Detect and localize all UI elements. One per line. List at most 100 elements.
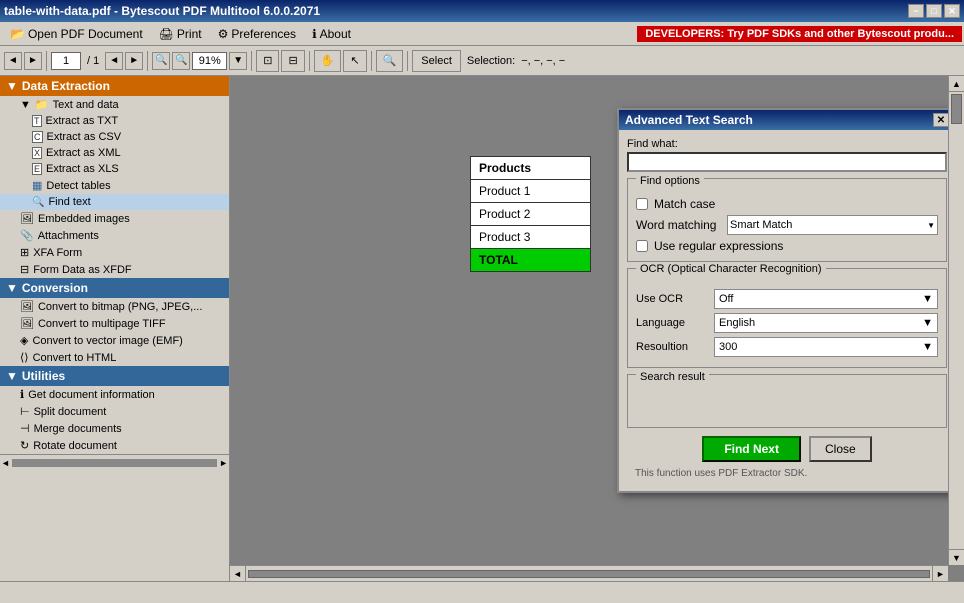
print-icon: 🖨 (159, 27, 174, 41)
search-result-content (636, 393, 938, 423)
menu-bar: 📂 Open PDF Document 🖨 Print ⚙ Preference… (0, 22, 964, 46)
forward-button[interactable]: ► (24, 52, 42, 70)
dialog-buttons: Find Next Close (627, 436, 947, 462)
menu-open[interactable]: 📂 Open PDF Document (2, 25, 151, 43)
back-button[interactable]: ◄ (4, 52, 22, 70)
sidebar-item-find-text[interactable]: Find text (0, 194, 229, 210)
maximize-button[interactable]: □ (926, 4, 942, 18)
next-page-button[interactable]: ► (125, 52, 143, 70)
conversion-expand-icon: ▼ (6, 281, 18, 295)
prev-page-button[interactable]: ◄ (105, 52, 123, 70)
select-button[interactable]: Select (412, 50, 461, 72)
match-case-checkbox[interactable] (636, 198, 648, 210)
find-options-group: Find options Match case Word matching Sm… (627, 178, 947, 262)
use-ocr-label: Use OCR (636, 293, 706, 305)
sidebar-item-extract-csv[interactable]: Extract as CSV (0, 129, 229, 145)
language-arrow: ▼ (922, 317, 933, 329)
toolbar-separator-2 (147, 51, 148, 71)
zoom-dropdown-button[interactable]: ▼ (229, 52, 247, 70)
language-dropdown[interactable]: English ▼ (714, 313, 938, 333)
toolbar-separator-3 (251, 51, 252, 71)
resolution-label: Resoultion (636, 341, 706, 353)
use-regex-checkbox[interactable] (636, 240, 648, 252)
page-total: / 1 (83, 55, 103, 67)
use-regex-label: Use regular expressions (654, 239, 783, 253)
bitmap-icon: 🖼 (20, 300, 34, 313)
h-scrollbar[interactable]: ◄ ► (230, 565, 948, 581)
resolution-dropdown[interactable]: 300 ▼ (714, 337, 938, 357)
utilities-label: Utilities (22, 369, 65, 383)
page-number-input[interactable] (51, 52, 81, 70)
zoom-input[interactable] (192, 52, 227, 70)
data-extraction-label: Data Extraction (22, 79, 110, 93)
sidebar-item-convert-tiff[interactable]: 🖼 Convert to multipage TIFF (0, 315, 229, 332)
menu-about[interactable]: ℹ About (304, 25, 359, 43)
vector-icon: ◈ (20, 334, 28, 347)
dialog-close-button[interactable]: ✕ (933, 113, 949, 127)
split-icon: ⊢ (20, 405, 30, 418)
sidebar-item-extract-xml[interactable]: Extract as XML (0, 145, 229, 161)
search-toolbar-button[interactable]: 🔍 (376, 50, 404, 72)
menu-print[interactable]: 🖨 Print (151, 25, 210, 43)
toolbar-separator-5 (371, 51, 372, 71)
sidebar-item-merge[interactable]: ⊣ Merge documents (0, 420, 229, 437)
sidebar-item-convert-bitmap[interactable]: 🖼 Convert to bitmap (PNG, JPEG,... (0, 298, 229, 315)
hand-tool-button[interactable]: ✋ (314, 50, 342, 72)
prefs-icon: ⚙ (218, 27, 229, 41)
data-extraction-header[interactable]: ▼ Data Extraction (0, 76, 229, 96)
ocr-group: OCR (Optical Character Recognition) Use … (627, 268, 947, 368)
utilities-header[interactable]: ▼ Utilities (0, 366, 229, 386)
resolution-row: Resoultion 300 ▼ (636, 337, 938, 357)
sidebar-item-xfa-form[interactable]: ⊞ XFA Form (0, 244, 229, 261)
attachments-icon: 📎 (20, 229, 34, 242)
sidebar-item-convert-emf[interactable]: ◈ Convert to vector image (EMF) (0, 332, 229, 349)
selection-label: Selection: (463, 55, 519, 67)
sidebar-item-get-doc-info[interactable]: ℹ Get document information (0, 386, 229, 403)
table-cell-product3: Product 3 (471, 226, 591, 249)
conversion-header[interactable]: ▼ Conversion (0, 278, 229, 298)
sidebar-item-text-and-data[interactable]: ▼ 📁 Text and data (0, 96, 229, 113)
sidebar-item-extract-txt[interactable]: Extract as TXT (0, 113, 229, 129)
minimize-button[interactable]: − (908, 4, 924, 18)
v-scrollbar[interactable]: ▲ ▼ (948, 76, 964, 565)
folder-icon: 📁 (35, 98, 49, 111)
match-case-label: Match case (654, 197, 715, 211)
dialog-title-bar: Advanced Text Search ✕ (619, 110, 955, 130)
status-bar (0, 581, 964, 603)
sidebar-item-form-data-xfdf[interactable]: ⊟ Form Data as XFDF (0, 261, 229, 278)
sidebar: ▼ Data Extraction ▼ 📁 Text and data Extr… (0, 76, 230, 581)
menu-preferences[interactable]: ⚙ Preferences (210, 25, 304, 43)
use-regex-row: Use regular expressions (636, 239, 938, 253)
zoom-in-button[interactable]: 🔍 (172, 52, 190, 70)
fit-width-button[interactable]: ⊟ (281, 50, 304, 72)
find-what-input[interactable] (627, 152, 947, 172)
csv-icon (32, 131, 43, 143)
sidebar-item-embedded-images[interactable]: 🖼 Embedded images (0, 210, 229, 227)
sidebar-scrollbar[interactable]: ◄ ► (0, 454, 229, 470)
word-matching-label: Word matching (636, 218, 721, 232)
sidebar-item-attachments[interactable]: 📎 Attachments (0, 227, 229, 244)
conversion-label: Conversion (22, 281, 88, 295)
sidebar-item-rotate[interactable]: ↻ Rotate document (0, 437, 229, 454)
word-matching-dropdown[interactable]: Smart Match ▼ (727, 215, 938, 235)
close-window-button[interactable]: ✕ (944, 4, 960, 18)
sidebar-item-extract-xls[interactable]: Extract as XLS (0, 161, 229, 177)
zoom-out-button[interactable]: 🔍 (152, 52, 170, 70)
embedded-icon: 🖼 (20, 212, 34, 225)
cursor-tool-button[interactable]: ↖ (343, 50, 366, 72)
language-row: Language English ▼ (636, 313, 938, 333)
close-dialog-button[interactable]: Close (809, 436, 872, 462)
word-matching-value: Smart Match (730, 219, 792, 231)
txt-icon (32, 115, 42, 127)
sidebar-item-split[interactable]: ⊢ Split document (0, 403, 229, 420)
use-ocr-dropdown[interactable]: Off ▼ (714, 289, 938, 309)
toolbar: ◄ ► / 1 ◄ ► 🔍 🔍 ▼ ⊡ ⊟ ✋ ↖ 🔍 Select Selec… (0, 46, 964, 76)
sidebar-item-detect-tables[interactable]: Detect tables (0, 177, 229, 194)
fit-page-button[interactable]: ⊡ (256, 50, 279, 72)
search-result-title: Search result (636, 371, 709, 383)
toolbar-separator-6 (407, 51, 408, 71)
about-icon: ℹ (312, 27, 317, 41)
pdf-preview: Products Product 1 Product 2 Product 3 T… (470, 156, 591, 272)
sidebar-item-convert-html[interactable]: ⟨⟩ Convert to HTML (0, 349, 229, 366)
find-next-button[interactable]: Find Next (702, 436, 801, 462)
